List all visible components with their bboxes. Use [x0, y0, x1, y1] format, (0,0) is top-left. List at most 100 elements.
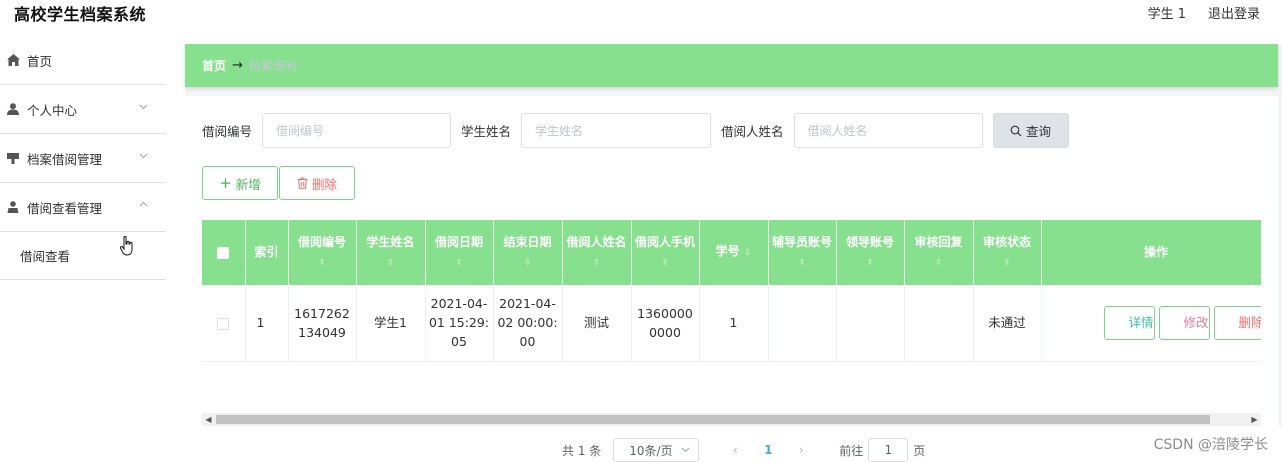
chevron-down-icon	[139, 153, 148, 159]
page-unit-label: 页	[913, 443, 926, 458]
column-header[interactable]: 结束日期 ⇕	[493, 220, 563, 285]
cell-end-date: 2021-04-02 00:00:00	[493, 285, 563, 362]
column-header[interactable]: 审核回复 ⇕	[904, 220, 974, 285]
add-button[interactable]: + 新增	[202, 166, 278, 200]
sidebar-item-archive-borrow[interactable]: 档案借阅管理	[0, 134, 166, 183]
batch-delete-label: 删除	[311, 176, 337, 192]
user-area: 学生 1 退出登录	[1148, 3, 1260, 22]
sort-icon: ⇕	[798, 257, 806, 268]
sort-icon: ⇕	[934, 257, 943, 268]
sort-icon: ⇕	[743, 248, 752, 258]
chevron-down-icon	[139, 104, 148, 110]
cell-student-no: 1	[699, 285, 769, 362]
breadcrumb-home[interactable]: 首页	[202, 57, 226, 74]
content-panel: 借阅编号 学生姓名 借阅人姓名 查询 + 新增 删除	[185, 96, 1278, 462]
user-icon	[6, 102, 20, 116]
chevron-down-icon	[681, 447, 690, 453]
page-size-select[interactable]: 10条/页	[613, 438, 700, 462]
goto-label: 前往	[839, 443, 864, 458]
cell-operations: 详情 修改 删除	[1041, 285, 1261, 362]
sort-icon: ⇕	[523, 257, 532, 268]
table-header-row: 索引 借阅编号 ⇕ 学生姓名 ⇕ 借阅日期 ⇕ 结束日期 ⇕ 借阅人姓名 ⇕ 借阅人手机…	[202, 220, 1261, 285]
hand-cursor-icon	[120, 236, 133, 256]
column-header[interactable]: 学生姓名 ⇕	[356, 220, 426, 285]
breadcrumb-separator: →	[232, 58, 243, 73]
goto-page-input[interactable]	[868, 438, 909, 462]
sort-icon: ⇕	[455, 257, 463, 268]
trash-icon	[297, 177, 308, 189]
sort-icon: ⇕	[1003, 257, 1011, 268]
borrow-no-input[interactable]	[262, 113, 452, 148]
horizontal-scrollbar[interactable]: ◀ ▶	[202, 413, 1261, 426]
home-icon	[6, 53, 20, 67]
person-icon	[6, 200, 20, 214]
chevron-up-icon	[139, 201, 148, 207]
query-button[interactable]: 查询	[992, 113, 1069, 148]
sort-icon: ⇕	[318, 257, 326, 268]
plus-icon: +	[219, 174, 232, 192]
column-header[interactable]: 借阅人手机 ⇕	[631, 220, 700, 285]
sidebar-item-label: 借阅查看管理	[27, 200, 103, 216]
select-all-checkbox[interactable]	[217, 246, 230, 259]
column-header[interactable]: 借阅编号 ⇕	[288, 220, 357, 285]
detail-button[interactable]: 详情	[1103, 305, 1155, 340]
app-title: 高校学生档案系统	[14, 5, 147, 24]
sort-icon: ⇕	[592, 257, 601, 268]
edit-button[interactable]: 修改	[1158, 305, 1210, 340]
column-header[interactable]: 领导账号 ⇕	[836, 220, 905, 285]
stamp-icon	[6, 151, 20, 165]
sidebar-subitem-borrow-view[interactable]: 借阅查看	[0, 232, 166, 280]
sidebar-item-label: 首页	[27, 53, 53, 69]
query-button-label: 查询	[1026, 124, 1052, 139]
cell-review-reply	[904, 285, 974, 362]
scroll-right-arrow-icon[interactable]: ▶	[1248, 413, 1261, 426]
search-icon	[1010, 125, 1022, 136]
next-page-button[interactable]: ›	[787, 443, 815, 457]
breadcrumb-current: 档案借阅	[248, 59, 297, 73]
scrollbar-thumb[interactable]	[216, 415, 1210, 424]
page-number-1[interactable]: 1	[753, 443, 783, 457]
row-checkbox[interactable]	[217, 317, 230, 330]
column-header[interactable]: 学号 ⇕	[699, 220, 769, 285]
top-bar: 高校学生档案系统 学生 1 退出登录	[0, 0, 1282, 26]
sidebar-item-home[interactable]: 首页	[0, 36, 166, 85]
row-select-cell	[202, 285, 246, 362]
sidebar-subitem-label: 借阅查看	[20, 249, 71, 264]
sort-icon: ⇕	[866, 257, 874, 268]
borrow-no-label: 借阅编号	[202, 124, 253, 139]
sort-icon: ⇕	[661, 257, 669, 268]
sidebar-item-personal-center[interactable]: 个人中心	[0, 85, 166, 134]
column-header: 索引	[245, 220, 289, 285]
column-header: 操作	[1041, 220, 1261, 285]
logout-link[interactable]: 退出登录	[1208, 3, 1260, 22]
cell-borrower-phone: 13600000000	[631, 285, 700, 362]
student-name-label: 学生姓名	[461, 124, 512, 139]
sidebar-item-label: 档案借阅管理	[27, 151, 103, 167]
cell-review-status: 未通过	[973, 285, 1042, 362]
add-button-label: 新增	[235, 176, 261, 192]
pagination: 共 1 条 10条/页 ‹ 1 › 前往 页	[562, 438, 925, 462]
action-bar: + 新增 删除	[202, 166, 355, 200]
row-index: 1	[245, 285, 289, 362]
cell-leader-account	[836, 285, 905, 362]
cell-borrow-no: 1617262134049	[288, 285, 357, 362]
delete-button[interactable]: 删除	[1213, 305, 1261, 340]
select-all-cell	[202, 220, 246, 285]
sidebar-item-borrow-view[interactable]: 借阅查看管理	[0, 183, 166, 232]
borrower-name-input[interactable]	[793, 113, 983, 148]
column-header[interactable]: 借阅日期 ⇕	[425, 220, 494, 285]
column-header[interactable]: 辅导员账号 ⇕	[768, 220, 837, 285]
cell-borrow-date: 2021-04-01 15:29:05	[425, 285, 494, 362]
main-area: 首页 → 档案借阅 借阅编号 学生姓名 借阅人姓名 查询 + 新增 删除	[185, 44, 1282, 462]
column-header[interactable]: 审核状态 ⇕	[973, 220, 1042, 285]
prev-page-button[interactable]: ‹	[721, 443, 749, 457]
student-name-input[interactable]	[521, 113, 712, 148]
table-row: 1 1617262134049 学生1 2021-04-01 15:29:05 …	[202, 285, 1261, 362]
current-user: 学生 1	[1147, 7, 1186, 22]
batch-delete-button[interactable]: 删除	[279, 166, 355, 200]
column-header[interactable]: 借阅人姓名 ⇕	[562, 220, 632, 285]
scroll-left-arrow-icon[interactable]: ◀	[202, 413, 215, 426]
borrower-name-label: 借阅人姓名	[721, 124, 784, 139]
data-table: 索引 借阅编号 ⇕ 学生姓名 ⇕ 借阅日期 ⇕ 结束日期 ⇕ 借阅人姓名 ⇕ 借阅人手机…	[202, 220, 1261, 375]
pagination-total: 共 1 条	[562, 443, 602, 458]
